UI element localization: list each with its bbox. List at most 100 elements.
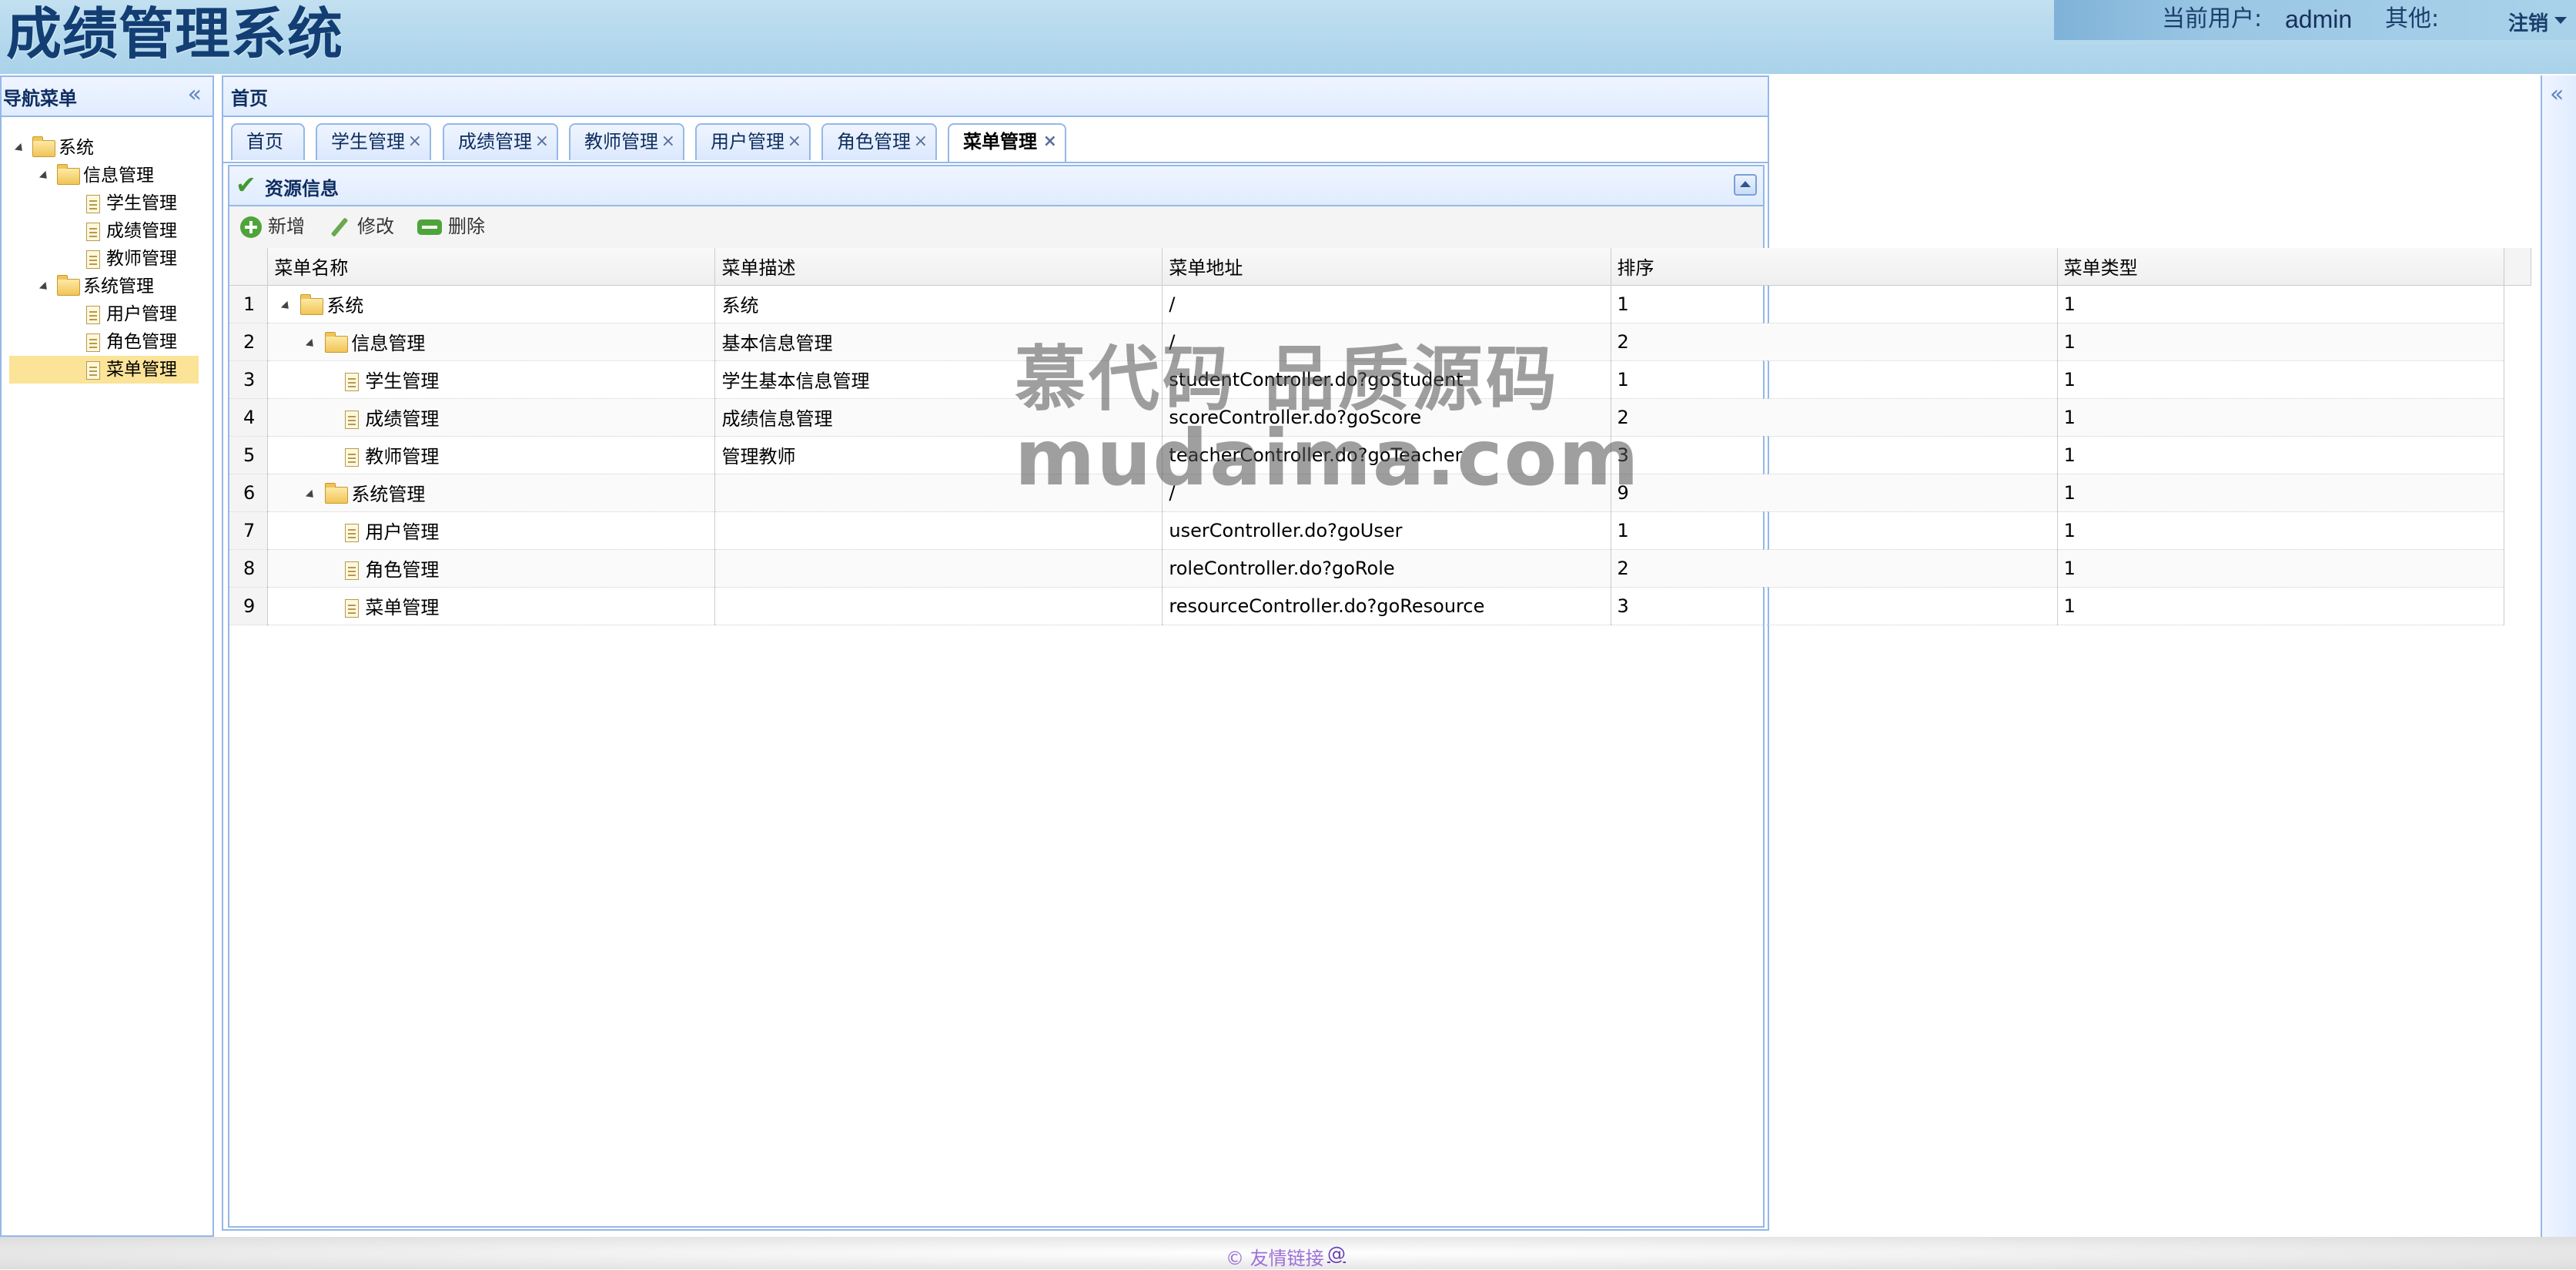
- delete-label: 删除: [448, 216, 485, 237]
- close-icon[interactable]: ×: [661, 125, 675, 159]
- file-icon: [86, 250, 100, 269]
- scrollbar-gutter: [2504, 248, 2531, 286]
- expand-triangle-icon[interactable]: [14, 142, 26, 154]
- folder-icon: [325, 332, 349, 353]
- row-number: 5: [229, 436, 269, 474]
- grid-toolbar: 新增 修改 删除: [229, 206, 1763, 249]
- menu-desc-cell: 管理教师: [714, 436, 1163, 474]
- menu-name: 系统: [326, 295, 364, 317]
- tabs-bar: 首页 学生管理 × 成绩管理 × 教师管理 × 用户管理 × 角色管理 × 菜单管理 ×: [223, 117, 1768, 163]
- expand-triangle-icon[interactable]: [38, 281, 51, 293]
- tab[interactable]: 菜单管理 ×: [948, 123, 1066, 162]
- table-row[interactable]: 7 用户管理 userController.do?goUser 1 1: [229, 511, 2531, 550]
- nav-tree-item[interactable]: 信息管理: [38, 162, 154, 189]
- nav-tree-item[interactable]: 角色管理: [86, 328, 177, 356]
- other-label: 其他:: [2385, 5, 2440, 32]
- tab-label: 菜单管理: [963, 131, 1037, 152]
- expand-panel-icon[interactable]: «: [2550, 83, 2564, 106]
- table-row[interactable]: 8 角色管理 roleController.do?goRole 2 1: [229, 549, 2531, 588]
- footer-link[interactable]: @: [1327, 1243, 1346, 1265]
- file-icon: [345, 448, 360, 467]
- add-button[interactable]: 新增: [240, 213, 305, 240]
- nav-tree-label: 角色管理: [106, 332, 177, 352]
- menu-name: 用户管理: [365, 521, 440, 543]
- expand-triangle-icon[interactable]: [281, 300, 293, 313]
- expand-triangle-icon[interactable]: [38, 170, 51, 182]
- menu-name-cell: 角色管理: [267, 549, 716, 588]
- menu-name-cell: 信息管理: [267, 323, 716, 361]
- row-number: 6: [229, 474, 269, 512]
- close-icon[interactable]: ×: [1043, 125, 1057, 159]
- menu-desc-cell: 学生基本信息管理: [714, 360, 1163, 399]
- table-row[interactable]: 9 菜单管理 resourceController.do?goResource 3 1: [229, 587, 2531, 625]
- menu-type-cell: 1: [2057, 587, 2505, 625]
- menu-name: 系统管理: [351, 484, 426, 505]
- sort-cell: 1: [1611, 285, 2058, 323]
- row-number-header: [229, 248, 269, 286]
- table-row[interactable]: 3 学生管理 学生基本信息管理 studentController.do?goStud…: [229, 360, 2531, 399]
- menu-name-cell: 教师管理: [267, 436, 716, 474]
- nav-tree-item[interactable]: 学生管理: [86, 189, 177, 217]
- table-row[interactable]: 5 教师管理 管理教师 teacherController.do?goTeacher 3…: [229, 436, 2531, 474]
- nav-tree-label: 系统: [59, 138, 94, 158]
- logout-link[interactable]: 注销: [2508, 8, 2548, 36]
- nav-tree-item[interactable]: 成绩管理: [86, 217, 177, 245]
- column-header[interactable]: 菜单类型: [2057, 248, 2505, 286]
- sort-cell: 1: [1611, 511, 2058, 550]
- menu-name: 学生管理: [365, 370, 440, 392]
- nav-panel-header: 导航菜单 «: [2, 77, 212, 117]
- nav-tree-item[interactable]: 教师管理: [86, 245, 177, 273]
- edit-button[interactable]: 修改: [330, 213, 394, 240]
- tab-label: 学生管理: [331, 131, 405, 152]
- main-panel: 首页 首页 学生管理 × 成绩管理 × 教师管理 × 用户管理 × 角色管理 × 菜单管理 × ✔ 资源…: [222, 75, 2531, 1231]
- expand-triangle-icon[interactable]: [306, 338, 317, 350]
- nav-tree-label: 菜单管理: [106, 360, 177, 380]
- close-icon[interactable]: ×: [408, 125, 422, 159]
- nav-panel: 导航菜单 « 系统信息管理 学生管理 成绩管理教师管理系统管理 用户管理角色管理菜单管…: [0, 75, 214, 1237]
- column-header[interactable]: 菜单名称: [267, 248, 716, 286]
- nav-tree-item[interactable]: 系统管理: [38, 273, 154, 300]
- table-row[interactable]: 1 系统 系统/1 1: [229, 285, 2531, 323]
- tab[interactable]: 首页: [231, 123, 305, 160]
- main-panel-header: 首页: [223, 77, 1768, 117]
- expand-triangle-icon[interactable]: [306, 489, 317, 501]
- sort-cell: 2: [1611, 323, 2058, 361]
- tab-label: 角色管理: [837, 131, 911, 152]
- tab[interactable]: 角色管理 ×: [821, 123, 937, 160]
- tab[interactable]: 学生管理 ×: [316, 123, 431, 160]
- nav-tree-item[interactable]: 系统: [14, 134, 94, 162]
- close-icon[interactable]: ×: [535, 125, 549, 159]
- tab[interactable]: 成绩管理 ×: [443, 123, 558, 160]
- file-icon: [86, 333, 100, 352]
- table-row[interactable]: 2 信息管理 基本信息管理/2 1: [229, 323, 2531, 361]
- nav-tree-item[interactable]: 用户管理: [86, 300, 177, 328]
- table-row[interactable]: 4 成绩管理 成绩信息管理 scoreController.do?goScore 2 1: [229, 398, 2531, 437]
- nav-tree-item[interactable]: 菜单管理: [9, 356, 199, 384]
- menu-name: 教师管理: [365, 446, 440, 467]
- column-header[interactable]: 菜单描述: [714, 248, 1163, 286]
- collapse-panel-button[interactable]: [1734, 174, 1757, 196]
- tab[interactable]: 教师管理 ×: [569, 123, 684, 160]
- tab[interactable]: 用户管理 ×: [695, 123, 811, 160]
- menu-type-cell: 1: [2057, 549, 2505, 588]
- column-header[interactable]: 排序: [1611, 248, 2058, 286]
- folder-icon: [32, 136, 55, 157]
- collapse-left-icon[interactable]: «: [188, 83, 202, 106]
- current-user-label: 当前用户:: [2162, 5, 2263, 32]
- table-row[interactable]: 6 系统管理 /9 1: [229, 474, 2531, 512]
- menu-url-cell: roleController.do?goRole: [1162, 549, 1611, 588]
- nav-tree-label: 教师管理: [106, 249, 177, 269]
- close-icon[interactable]: ×: [788, 125, 801, 159]
- close-icon[interactable]: ×: [914, 125, 928, 159]
- chevron-down-icon[interactable]: [2554, 17, 2567, 24]
- resource-panel: ✔ 资源信息 新增 修改 删除 菜单名称 菜单描述 菜单地址 排序 菜单类型 1 系统 系统…: [228, 165, 2531, 1228]
- delete-button[interactable]: 删除: [417, 213, 485, 240]
- menu-name-cell: 学生管理: [267, 360, 716, 399]
- check-icon: ✔: [236, 170, 256, 199]
- menu-url-cell: /: [1162, 474, 1611, 512]
- column-header[interactable]: 菜单地址: [1162, 248, 1611, 286]
- gutter-cell: [2504, 587, 2531, 625]
- file-icon: [86, 360, 100, 380]
- menu-name: 菜单管理: [365, 597, 440, 618]
- pencil-icon: [330, 216, 351, 238]
